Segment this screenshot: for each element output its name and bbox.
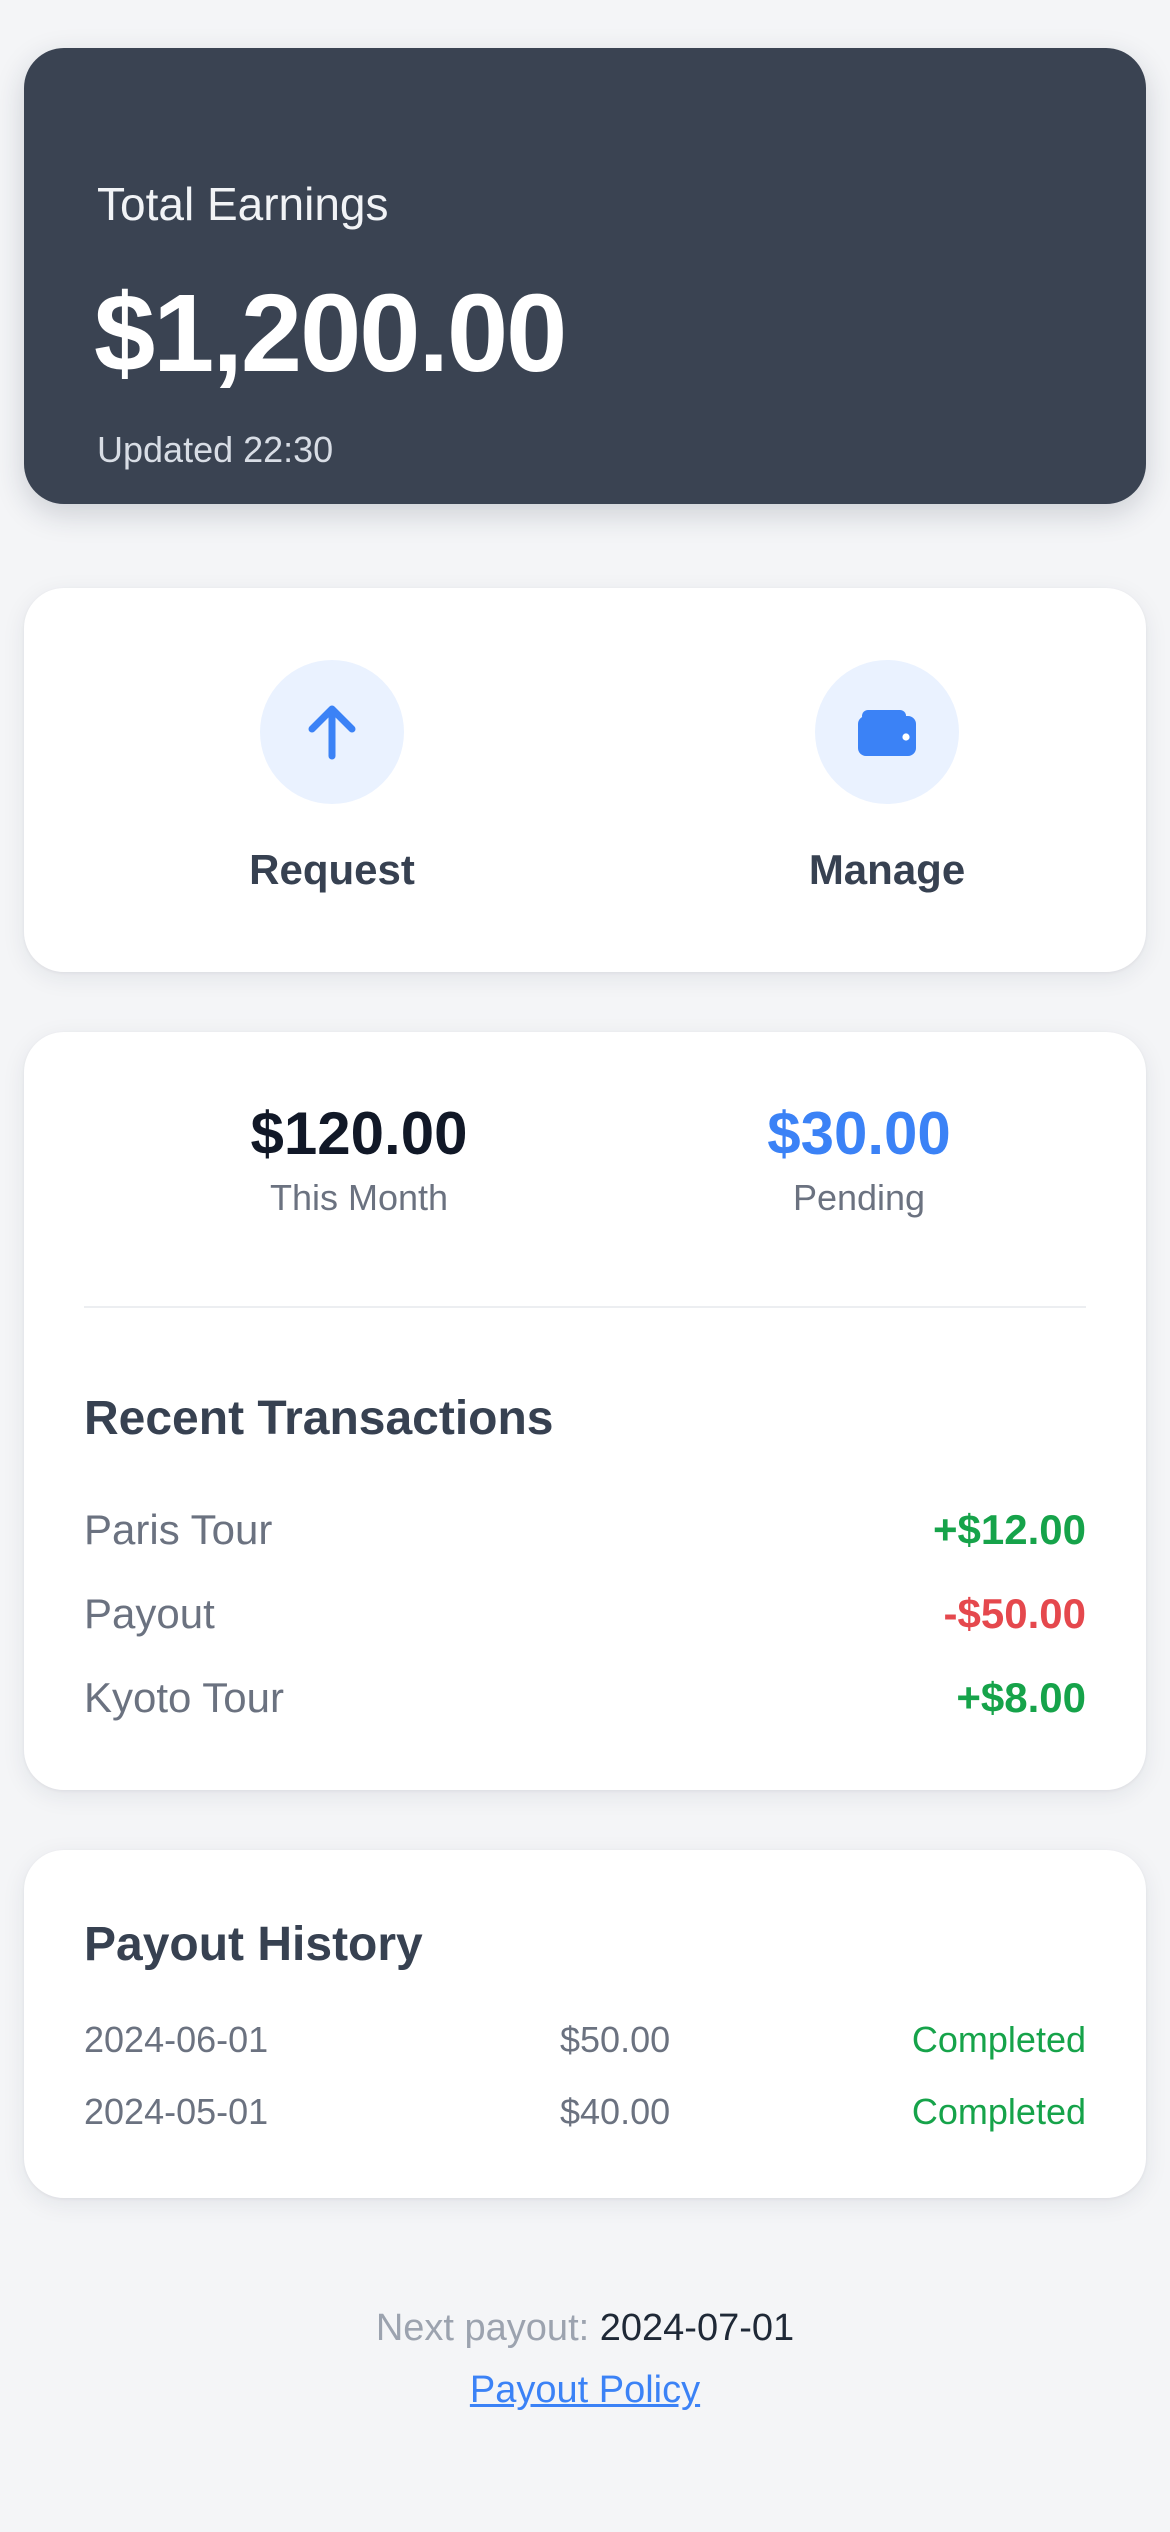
total-earnings-label: Total Earnings: [97, 178, 389, 230]
payout-status: Completed: [911, 2019, 1086, 2060]
next-payout-date: 2024-07-01: [599, 2307, 795, 2349]
payout-date: 2024-05-01: [84, 2091, 269, 2132]
wallet-icon: [858, 710, 916, 756]
payout-row[interactable]: 2024-06-01 $50.00 Completed: [84, 2016, 1086, 2064]
payout-date: 2024-06-01: [84, 2019, 269, 2060]
payout-row[interactable]: 2024-05-01 $40.00 Completed: [84, 2088, 1086, 2136]
manage-icon-circle: [815, 660, 959, 804]
payout-history-title: Payout History: [84, 1918, 423, 1971]
next-payout-label: Next payout:: [375, 2307, 590, 2349]
payout-amount: $40.00: [560, 2091, 671, 2132]
pending-caption: Pending: [792, 1177, 926, 1218]
divider: [84, 1306, 1086, 1308]
total-earnings-amount: $1,200.00: [94, 272, 567, 395]
quick-actions-card: Request Manage: [24, 588, 1146, 972]
payout-history-card: Payout History 2024-06-01 $50.00 Complet…: [24, 1850, 1146, 2198]
request-label: Request: [249, 846, 415, 893]
manage-button[interactable]: Manage: [737, 660, 1037, 910]
transaction-row[interactable]: Kyoto Tour +$8.00: [84, 1670, 1086, 1726]
transaction-name: Payout: [84, 1590, 215, 1637]
manage-label: Manage: [808, 846, 966, 893]
next-payout-info: Next payout: 2024-07-01: [0, 2304, 1170, 2352]
request-button[interactable]: Request: [182, 660, 482, 910]
summary-card: $120.00 This Month $30.00 Pending Recent…: [24, 1032, 1146, 1790]
this-month-stat: $120.00 This Month: [189, 1096, 529, 1220]
transaction-amount: +$8.00: [956, 1674, 1086, 1721]
transaction-name: Kyoto Tour: [84, 1674, 285, 1721]
this-month-value: $120.00: [250, 1100, 468, 1167]
transaction-name: Paris Tour: [84, 1506, 273, 1553]
pending-value: $30.00: [767, 1100, 951, 1167]
payout-status: Completed: [911, 2091, 1086, 2132]
transaction-amount: +$12.00: [933, 1506, 1086, 1553]
this-month-caption: This Month: [269, 1177, 449, 1218]
arrow-up-icon: [308, 705, 356, 760]
pending-stat: $30.00 Pending: [689, 1096, 1029, 1220]
payout-policy-container: Payout Policy: [0, 2366, 1170, 2414]
payout-policy-link[interactable]: Payout Policy: [470, 2369, 700, 2411]
transaction-row[interactable]: Paris Tour +$12.00: [84, 1502, 1086, 1558]
request-icon-circle: [260, 660, 404, 804]
updated-timestamp: Updated 22:30: [97, 429, 334, 470]
total-earnings-card: Total Earnings $1,200.00 Updated 22:30: [24, 48, 1146, 504]
recent-transactions-title: Recent Transactions: [84, 1392, 554, 1445]
transaction-row[interactable]: Payout -$50.00: [84, 1586, 1086, 1642]
payout-amount: $50.00: [560, 2019, 671, 2060]
transaction-amount: -$50.00: [943, 1590, 1086, 1637]
